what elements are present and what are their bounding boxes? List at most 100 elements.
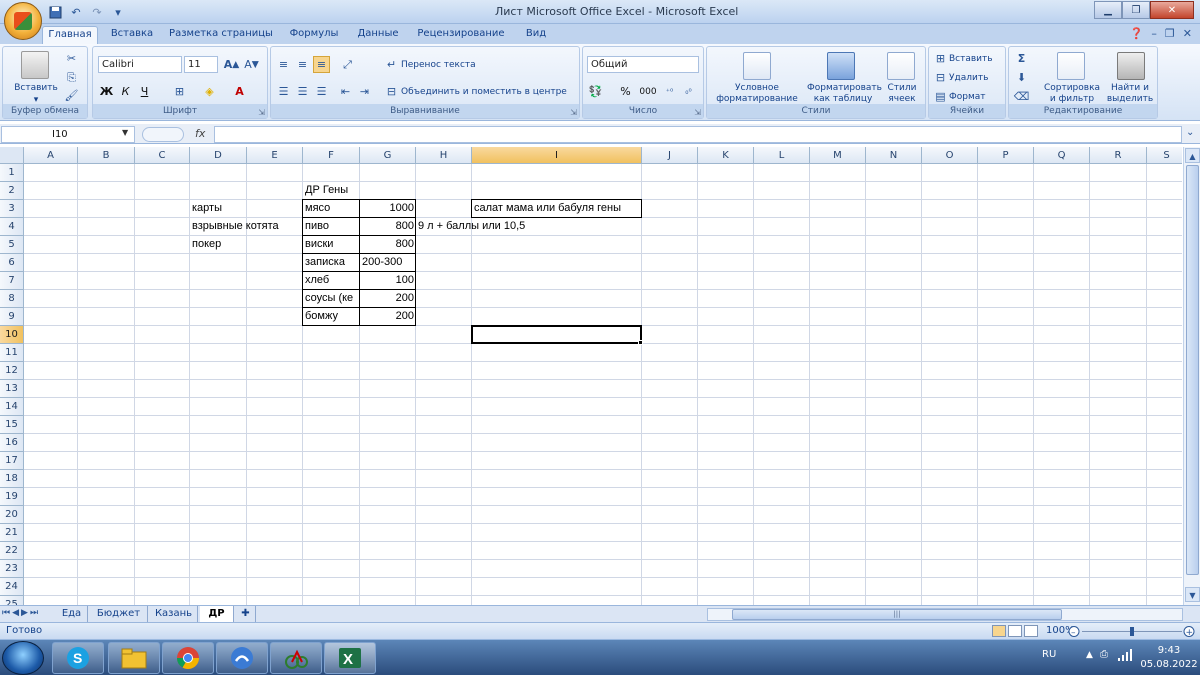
workbook-restore-icon[interactable]: ❐ <box>1165 27 1175 40</box>
page-break-view-icon[interactable] <box>1024 625 1038 637</box>
sort-filter-button[interactable]: Сортировка и фильтр <box>1041 83 1103 105</box>
excel-taskbar-icon[interactable]: X <box>324 642 376 674</box>
name-box-dropdown-icon[interactable]: ▼ <box>122 128 128 137</box>
cell-g3[interactable]: 1000 <box>360 200 416 218</box>
clock-date[interactable]: 05.08.2022 <box>1140 659 1198 670</box>
messenger-app-icon[interactable] <box>216 642 268 674</box>
increase-decimal-icon[interactable]: ⁺⁰ <box>661 83 678 100</box>
insert-cells-button[interactable]: Вставить <box>949 54 993 65</box>
percent-button[interactable]: % <box>617 83 634 100</box>
fill-handle[interactable] <box>638 340 643 345</box>
network-signal-icon[interactable] <box>1118 649 1134 664</box>
cell-g4[interactable]: 800 <box>360 218 416 236</box>
format-cells-icon[interactable]: ▤ <box>932 88 949 105</box>
tab-page-layout[interactable]: Разметка страницы <box>166 26 276 44</box>
restore-icon[interactable]: ❐ <box>1122 1 1150 19</box>
font-launcher-icon[interactable]: ⇲ <box>258 108 265 117</box>
zoom-slider[interactable]: – + <box>1068 626 1196 637</box>
copy-icon[interactable]: ⎘ <box>63 69 80 86</box>
utility-app-icon[interactable] <box>270 642 322 674</box>
conditional-format-icon[interactable] <box>743 52 771 80</box>
format-cells-button[interactable]: Формат <box>949 92 986 103</box>
page-layout-view-icon[interactable] <box>1008 625 1022 637</box>
cell-f9[interactable]: бомжу <box>303 308 340 326</box>
align-middle-icon[interactable]: ≡ <box>294 56 311 73</box>
cell-f6[interactable]: записка <box>303 254 347 272</box>
shrink-font-icon[interactable]: A ▼ <box>243 56 260 73</box>
format-as-table-button[interactable]: Форматировать как таблицу <box>807 83 882 105</box>
number-launcher-icon[interactable]: ⇲ <box>694 108 701 117</box>
align-left-icon[interactable]: ☰ <box>275 83 292 100</box>
paste-icon[interactable] <box>21 51 49 79</box>
tab-view[interactable]: Вид <box>516 26 556 44</box>
decrease-indent-icon[interactable]: ⇤ <box>337 83 354 100</box>
alignment-launcher-icon[interactable]: ⇲ <box>570 108 577 117</box>
find-select-icon[interactable] <box>1117 52 1145 80</box>
chrome-icon[interactable] <box>162 642 214 674</box>
formula-cancel-control[interactable] <box>142 127 184 142</box>
cell-h4[interactable]: 9 л + баллы или 10,5 <box>416 218 527 236</box>
workbook-close-icon[interactable]: ✕ <box>1183 27 1192 40</box>
fill-color-icon[interactable]: ◈ <box>201 83 218 100</box>
tab-home[interactable]: Главная <box>42 26 98 44</box>
cell-i3[interactable]: салат мама или бабуля гены <box>472 200 623 218</box>
font-size-select[interactable]: 11 <box>184 56 218 73</box>
sheet-tab-budget[interactable]: Бюджет <box>90 606 148 622</box>
cell-f4[interactable]: пиво <box>303 218 331 236</box>
horizontal-scrollbar[interactable]: ||| <box>707 608 1183 621</box>
wrap-text-button[interactable]: Перенос текста <box>401 60 476 71</box>
grow-font-icon[interactable]: A ▲ <box>223 56 240 73</box>
find-select-button[interactable]: Найти и выделить <box>1103 83 1157 105</box>
paste-button[interactable]: Вставить <box>9 83 63 94</box>
merge-center-button[interactable]: Объединить и поместить в центре <box>401 87 573 98</box>
number-format-select[interactable]: Общий <box>587 56 699 73</box>
increase-indent-icon[interactable]: ⇥ <box>356 83 373 100</box>
cell-f3[interactable]: мясо <box>303 200 332 218</box>
cut-icon[interactable]: ✂ <box>63 50 80 67</box>
cell-styles-icon[interactable] <box>887 52 915 80</box>
font-color-icon[interactable]: A <box>231 83 248 100</box>
cell-g9[interactable]: 200 <box>360 308 416 326</box>
align-right-icon[interactable]: ☰ <box>313 83 330 100</box>
align-center-icon[interactable]: ☰ <box>294 83 311 100</box>
workbook-minimize-icon[interactable]: – <box>1151 27 1157 40</box>
cell-f8[interactable]: соусы (ке <box>303 290 360 308</box>
name-box[interactable]: I10 <box>1 126 135 143</box>
underline-button[interactable]: Ч <box>136 83 153 100</box>
scroll-up-icon[interactable]: ▲ <box>1185 148 1200 163</box>
help-icon[interactable]: ❓ <box>1130 27 1144 40</box>
expand-formula-icon[interactable]: ⌄ <box>1186 127 1194 138</box>
sheet-tab-dr[interactable]: ДР <box>200 606 234 622</box>
office-button[interactable] <box>4 2 42 40</box>
bold-button[interactable]: Ж <box>98 83 115 100</box>
normal-view-icon[interactable] <box>992 625 1006 637</box>
align-bottom-icon[interactable]: ≡ <box>313 56 330 73</box>
orientation-icon[interactable]: ⤢ <box>339 56 356 73</box>
tray-expand-icon[interactable]: ▲ <box>1086 650 1093 660</box>
delete-cells-button[interactable]: Удалить <box>949 73 988 84</box>
format-as-table-icon[interactable] <box>827 52 855 80</box>
vertical-scrollbar[interactable]: ▲ ▼ <box>1183 147 1200 605</box>
skype-icon[interactable]: S <box>52 642 104 674</box>
scroll-down-icon[interactable]: ▼ <box>1185 587 1200 602</box>
wrap-text-icon[interactable]: ↵ <box>383 56 400 73</box>
conditional-format-button[interactable]: Условное форматирование <box>709 83 805 105</box>
insert-function-button[interactable]: fx <box>195 127 205 140</box>
tab-data[interactable]: Данные <box>350 26 406 44</box>
clock-time[interactable]: 9:43 <box>1140 645 1198 656</box>
start-button-icon[interactable] <box>2 641 44 675</box>
cell-g8[interactable]: 200 <box>360 290 416 308</box>
autosum-icon[interactable]: Σ <box>1013 50 1030 67</box>
font-name-select[interactable]: Calibri <box>98 56 182 73</box>
clear-icon[interactable]: ⌫ <box>1013 88 1030 105</box>
sheet-tab-eda[interactable]: Еда <box>56 606 88 622</box>
fill-icon[interactable]: ⬇ <box>1013 69 1030 86</box>
tab-review[interactable]: Рецензирование <box>412 26 510 44</box>
sort-filter-icon[interactable] <box>1057 52 1085 80</box>
cell-f5[interactable]: виски <box>303 236 335 254</box>
cell-g6[interactable]: 200-300 <box>360 254 404 272</box>
insert-cells-icon[interactable]: ⊞ <box>932 50 949 67</box>
cell-d4[interactable]: взрывные котята <box>190 218 281 236</box>
save-icon[interactable] <box>46 4 64 21</box>
sheet-navigation-icons[interactable]: ⏮◀▶⏭ <box>2 608 40 618</box>
